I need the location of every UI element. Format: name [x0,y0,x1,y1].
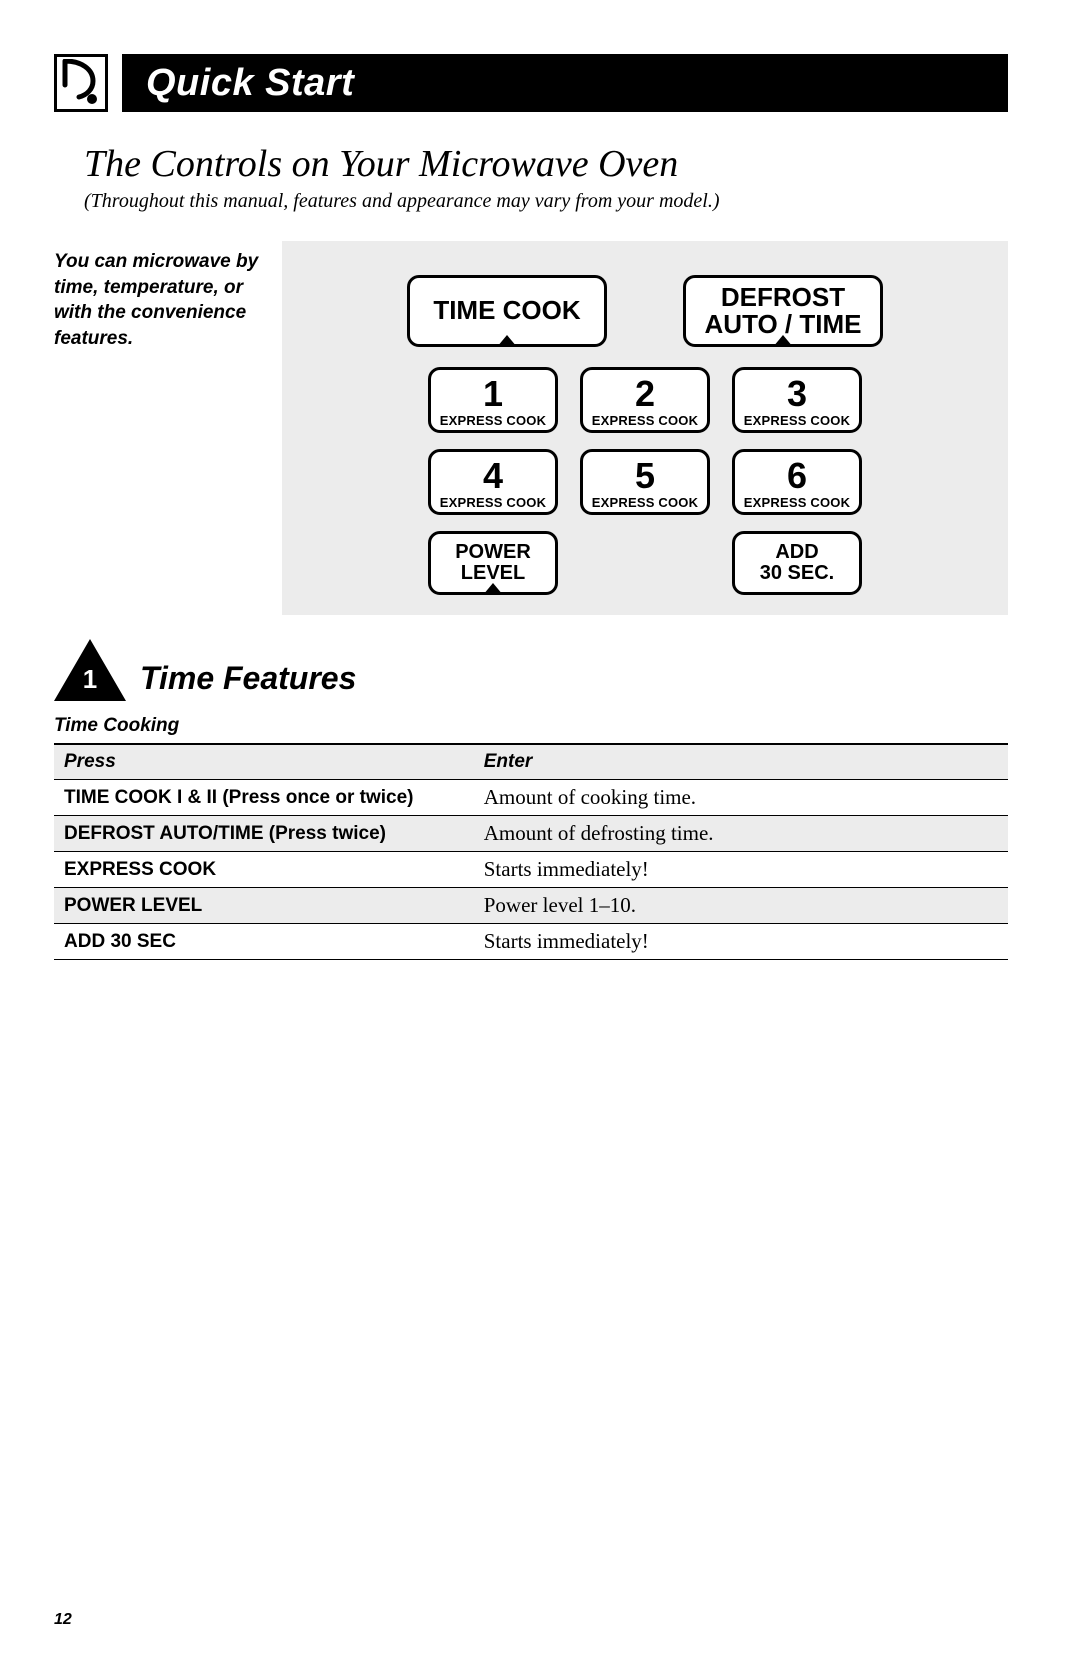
power-level-button: POWER LEVEL [428,531,558,595]
table-row: ADD 30 SEC Starts immediately! [54,924,1008,960]
side-note: You can microwave by time, temperature, … [54,241,264,615]
table-row: TIME COOK I & II (Press once or twice) A… [54,780,1008,816]
defrost-button: DEFROST AUTO / TIME [683,275,883,347]
page-subtitle: (Throughout this manual, features and ap… [84,190,1008,213]
express-cook-2-button: 2 EXPRESS COOK [580,367,710,433]
table-header-press: Press [54,744,474,780]
header-row: Quick Start [54,54,1008,112]
express-cook-6-button: 6 EXPRESS COOK [732,449,862,515]
add-30-sec-button: ADD 30 SEC. [732,531,862,595]
express-cook-5-button: 5 EXPRESS COOK [580,449,710,515]
appliance-icon [54,54,108,112]
section-subheading: Time Cooking [54,715,1008,737]
express-cook-3-button: 3 EXPRESS COOK [732,367,862,433]
triangle-icon: 1 [54,639,126,701]
title-block: The Controls on Your Microwave Oven (Thr… [84,142,1008,213]
section-title: Time Features [140,660,356,701]
page-number: 12 [54,1611,72,1629]
time-cooking-table: Press Enter TIME COOK I & II (Press once… [54,743,1008,960]
time-cook-button: TIME COOK [407,275,607,347]
express-cook-4-button: 4 EXPRESS COOK [428,449,558,515]
express-cook-1-button: 1 EXPRESS COOK [428,367,558,433]
spacer [580,531,710,595]
control-panel: TIME COOK DEFROST AUTO / TIME 1 EXPRESS … [282,241,1008,615]
table-row: DEFROST AUTO/TIME (Press twice) Amount o… [54,816,1008,852]
table-header-enter: Enter [474,744,1008,780]
page-title: The Controls on Your Microwave Oven [84,142,1008,186]
header-title: Quick Start [122,54,1008,112]
table-row: POWER LEVEL Power level 1–10. [54,888,1008,924]
table-row: EXPRESS COOK Starts immediately! [54,852,1008,888]
section-heading: 1 Time Features [54,639,1008,701]
